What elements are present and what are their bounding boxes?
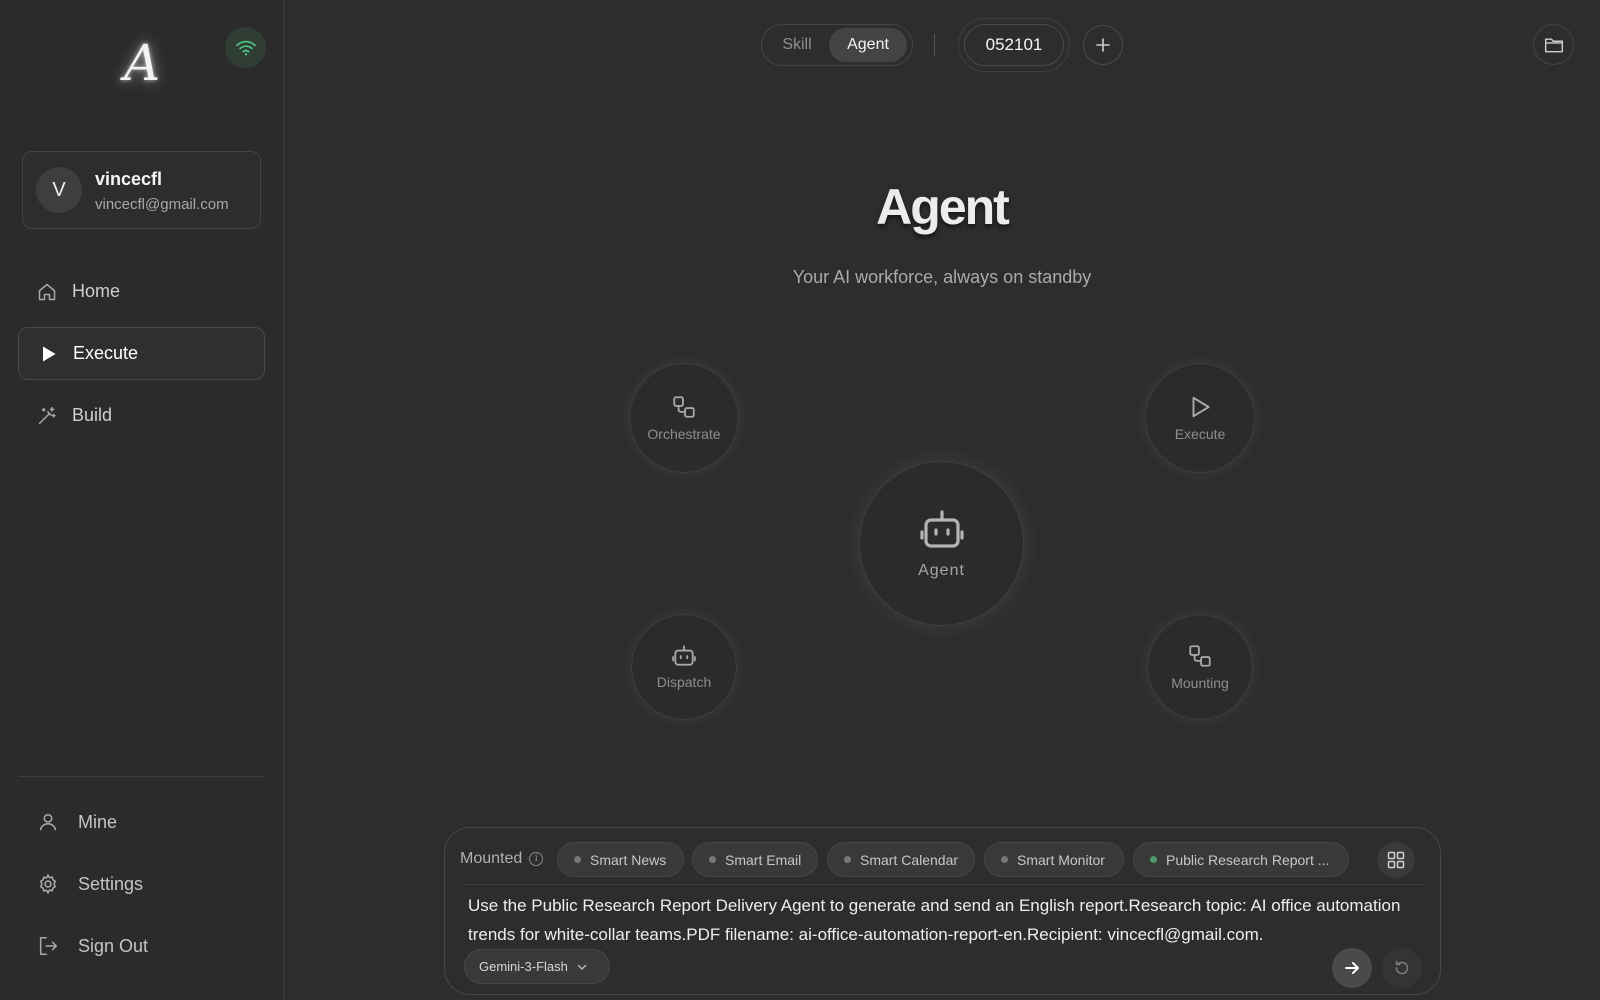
gear-icon [36,872,60,896]
session-code: 052101 [964,24,1064,66]
orbit-label: Dispatch [656,674,712,690]
home-icon [36,281,58,303]
mounted-label: Mounted i [460,850,544,868]
sidebar-item-mine[interactable]: Mine [24,798,265,846]
orbit-label: Orchestrate [647,426,721,442]
tab-agent[interactable]: Agent [829,28,907,62]
orbit-label: Mounting [1171,675,1229,691]
add-button[interactable] [1083,25,1123,65]
user-name: vincecfl [95,169,163,189]
status-dot [1001,856,1008,863]
page-subtitle: Your AI workforce, always on standby [792,267,1092,287]
orbit-orchestrate[interactable]: Orchestrate [629,363,739,473]
mounted-chip-smart-monitor[interactable]: Smart Monitor [984,842,1124,877]
status-dot [709,856,716,863]
model-select[interactable]: Gemini-3-Flash [464,949,610,984]
wifi-icon [235,40,256,55]
avatar: V [36,167,82,213]
sidebar-item-settings[interactable]: Settings [24,860,265,908]
connection-status-button[interactable] [225,27,266,68]
status-dot [844,856,851,863]
send-button[interactable] [1332,948,1372,988]
mode-toggle: Skill Agent [761,24,913,66]
orbit-dispatch[interactable]: Dispatch [631,614,737,720]
mounted-chip-public-research-report[interactable]: Public Research Report ... [1133,842,1349,877]
orbit-label: Execute [1174,426,1226,442]
chip-label: Smart Calendar [860,851,959,868]
magic-wand-icon [36,405,58,427]
toolbar-divider [934,34,935,56]
info-icon[interactable]: i [529,852,544,866]
play-icon [37,343,59,365]
folder-button[interactable] [1533,24,1574,65]
orchestrate-icon [673,396,695,418]
chip-label: Smart News [590,851,667,868]
sidebar-item-label: Settings [78,873,144,894]
sidebar-item-label: Build [72,405,113,425]
sidebar-item-sign-out[interactable]: Sign Out [24,922,265,970]
sidebar-item-label: Mine [78,811,118,832]
prompt-input[interactable]: Use the Public Research Report Delivery … [468,891,1413,949]
robot-icon [919,509,964,548]
folder-icon [1544,37,1563,52]
reset-button[interactable] [1382,948,1422,988]
sidebar-item-build[interactable]: Build [18,389,265,442]
composer-divider [460,884,1425,885]
robot-icon [672,645,696,666]
mounted-chip-smart-calendar[interactable]: Smart Calendar [827,842,975,877]
sidebar-item-label: Home [72,281,121,301]
mounting-icon [1189,645,1211,667]
orbit-mounting[interactable]: Mounting [1147,614,1253,720]
sidebar-item-label: Sign Out [78,935,149,956]
sidebar-item-home[interactable]: Home [18,265,265,318]
status-dot [574,856,581,863]
tab-skill[interactable]: Skill [765,28,829,62]
session-code-pill[interactable]: 052101 [958,18,1070,72]
user-icon [36,810,60,834]
page-title: Agent [876,179,1010,235]
user-profile-card[interactable]: V vincecfl vincecfl@gmail.com [22,151,261,229]
mounted-chip-smart-email[interactable]: Smart Email [692,842,818,877]
mounted-chip-smart-news[interactable]: Smart News [557,842,684,877]
orbit-execute[interactable]: Execute [1145,363,1255,473]
sidebar-item-execute[interactable]: Execute [18,327,265,380]
chevron-down-icon [577,964,587,970]
prompt-composer: Mounted i Smart News Smart Email Smart C… [444,827,1441,995]
sidebar: A V vincecfl vincecfl@gmail.com Home Exe… [0,0,284,1000]
user-email: vincecfl@gmail.com [95,196,229,213]
center-agent-hub[interactable]: Agent [859,461,1024,626]
chip-label: Public Research Report ... [1166,851,1330,868]
grid-view-button[interactable] [1377,842,1415,878]
mounted-text: Mounted [460,850,523,867]
status-dot [1150,856,1157,863]
arrow-right-icon [1345,962,1359,974]
model-select-value: Gemini-3-Flash [479,959,568,974]
plus-icon [1096,38,1110,52]
sidebar-divider [18,776,265,777]
chip-label: Smart Monitor [1017,851,1105,868]
sign-out-icon [36,934,60,958]
center-agent-label: Agent [918,561,965,579]
sidebar-item-label: Execute [73,343,139,363]
grid-icon [1387,851,1405,869]
chip-label: Smart Email [725,851,802,868]
refresh-icon [1395,960,1409,975]
play-outline-icon [1192,396,1210,418]
app-logo[interactable]: A [112,30,172,96]
